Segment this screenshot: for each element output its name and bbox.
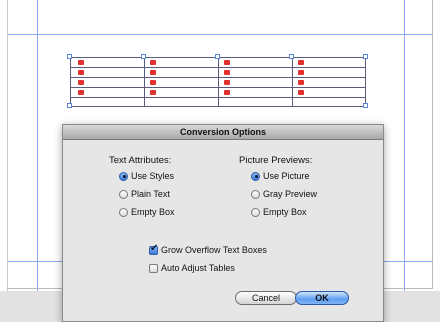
selection-handle[interactable] <box>363 54 368 59</box>
checkbox-label: Grow Overflow Text Boxes <box>161 245 267 255</box>
selection-handle[interactable] <box>215 54 220 59</box>
radio-selected-icon[interactable] <box>251 171 260 181</box>
selection-handle[interactable] <box>141 54 146 59</box>
overflow-marker-icon <box>224 60 230 65</box>
overflow-marker-icon <box>150 70 156 75</box>
radio-label: Plain Text <box>131 189 170 199</box>
selection-handle[interactable] <box>363 103 368 108</box>
checkbox-checked-icon[interactable] <box>149 243 158 255</box>
radio-unselected-icon[interactable] <box>251 189 260 199</box>
ok-button[interactable]: OK <box>295 291 349 305</box>
selection-handle[interactable] <box>67 54 72 59</box>
overflow-marker-icon <box>78 80 84 85</box>
overflow-marker-icon <box>224 90 230 95</box>
table-col-divider <box>144 57 145 107</box>
selection-handle[interactable] <box>289 54 294 59</box>
dialog-title[interactable]: Conversion Options <box>63 125 383 140</box>
overflow-marker-icon <box>298 80 304 85</box>
overflow-marker-icon <box>298 60 304 65</box>
radio-label: Use Styles <box>131 171 175 181</box>
radio-label: Gray Preview <box>263 189 318 199</box>
overflow-marker-icon <box>298 90 304 95</box>
table-col-divider <box>218 57 219 107</box>
document-canvas[interactable]: Conversion Options Text Attributes: Use … <box>0 0 440 322</box>
radio-empty-box-text[interactable]: Empty Box <box>119 207 175 217</box>
radio-unselected-icon[interactable] <box>119 189 128 199</box>
radio-empty-box-picture[interactable]: Empty Box <box>251 207 307 217</box>
overflow-marker-icon <box>78 60 84 65</box>
page-table[interactable] <box>67 54 368 108</box>
checkbox-auto-adjust[interactable]: Auto Adjust Tables <box>149 263 235 273</box>
radio-use-picture[interactable]: Use Picture <box>251 171 310 181</box>
radio-use-styles[interactable]: Use Styles <box>119 171 174 181</box>
radio-unselected-icon[interactable] <box>119 207 128 217</box>
overflow-marker-icon <box>78 90 84 95</box>
radio-label: Use Picture <box>263 171 310 181</box>
checkbox-label: Auto Adjust Tables <box>161 263 235 273</box>
radio-selected-icon[interactable] <box>119 171 128 181</box>
selection-handle[interactable] <box>67 103 72 108</box>
radio-gray-preview[interactable]: Gray Preview <box>251 189 317 199</box>
overflow-marker-icon <box>150 90 156 95</box>
picture-previews-label: Picture Previews: <box>239 155 313 166</box>
guide-left[interactable] <box>37 0 38 291</box>
overflow-marker-icon <box>224 80 230 85</box>
guide-right[interactable] <box>404 0 405 291</box>
cancel-button[interactable]: Cancel <box>235 291 297 305</box>
guide-top[interactable] <box>7 34 433 35</box>
table-col-divider <box>292 57 293 107</box>
radio-label: Empty Box <box>131 207 175 217</box>
checkbox-grow-overflow[interactable]: Grow Overflow Text Boxes <box>149 243 267 255</box>
overflow-marker-icon <box>150 60 156 65</box>
radio-unselected-icon[interactable] <box>251 207 260 217</box>
checkbox-unchecked-icon[interactable] <box>149 263 158 273</box>
overflow-marker-icon <box>150 80 156 85</box>
radio-plain-text[interactable]: Plain Text <box>119 189 170 199</box>
overflow-marker-icon <box>78 70 84 75</box>
overflow-marker-icon <box>298 70 304 75</box>
guide-page-left <box>7 0 8 291</box>
radio-label: Empty Box <box>263 207 307 217</box>
conversion-options-dialog: Conversion Options Text Attributes: Use … <box>62 124 384 322</box>
text-attributes-label: Text Attributes: <box>109 155 172 166</box>
overflow-marker-icon <box>224 70 230 75</box>
